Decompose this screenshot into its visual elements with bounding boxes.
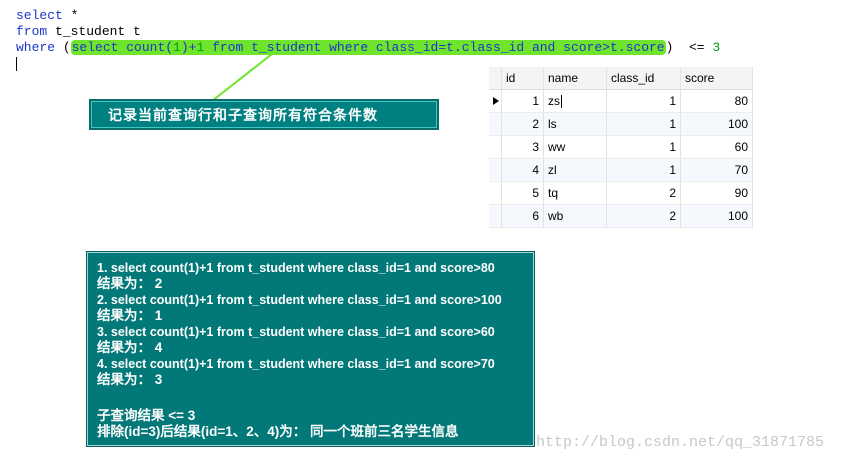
- cell-class-id[interactable]: 2: [607, 182, 681, 204]
- cell-name[interactable]: zl: [544, 159, 607, 181]
- sub-table: t_student: [243, 40, 322, 55]
- table-row[interactable]: 4 zl 1 70: [489, 159, 753, 182]
- edit-cursor: [561, 95, 562, 109]
- explain-summary-1: 子查询结果 <= 3: [97, 408, 196, 423]
- sub-cond1: class_id=t.class_id: [368, 40, 525, 55]
- explain-query-3: 3. select count(1)+1 from t_student wher…: [97, 325, 495, 339]
- keyword-from: from: [16, 24, 48, 39]
- explain-summary-2: 排除(id=3)后结果(id=1、2、4)为： 同一个班前三名学生信息: [97, 424, 459, 439]
- sub-where: where: [321, 40, 369, 55]
- from-table: t_student t: [47, 24, 141, 39]
- cell-name[interactable]: tq: [544, 182, 607, 204]
- sql-line-1: select *: [16, 8, 78, 24]
- sql-line-2: from t_student t: [16, 24, 141, 40]
- callout-note: 记录当前查询行和子查询所有符合条件数: [91, 101, 437, 128]
- subquery-highlight: select count(1)+1 from t_student where c…: [70, 40, 666, 55]
- sub-and: and: [524, 40, 556, 55]
- cell-id[interactable]: 6: [502, 205, 544, 227]
- explain-query-4: 4. select count(1)+1 from t_student wher…: [97, 357, 495, 371]
- sub-count: count(: [118, 40, 174, 55]
- row-indicator: [489, 159, 502, 181]
- column-header-class-id[interactable]: class_id: [607, 67, 681, 89]
- row-indicator: [489, 182, 502, 204]
- watermark-text: http://blog.csdn.net/qq_31871785: [536, 434, 825, 451]
- column-header-id[interactable]: id: [502, 67, 544, 89]
- cell-score[interactable]: 100: [681, 205, 753, 227]
- cell-id[interactable]: 3: [502, 136, 544, 158]
- keyword-where: where: [16, 40, 56, 55]
- sub-cond2: score>t.score: [555, 40, 665, 55]
- current-row-arrow-icon: [493, 97, 499, 105]
- cell-class-id[interactable]: 2: [607, 205, 681, 227]
- explain-result-1: 结果为： 2: [97, 276, 163, 291]
- cell-score[interactable]: 80: [681, 90, 753, 112]
- sub-select: select: [71, 40, 119, 55]
- sub-one: 1: [173, 40, 181, 55]
- explain-result-4: 结果为： 3: [97, 372, 163, 387]
- cell-name[interactable]: ls: [544, 113, 607, 135]
- select-columns: *: [62, 8, 79, 23]
- callout-text: 记录当前查询行和子查询所有符合条件数: [108, 107, 378, 124]
- comparison: <=: [673, 40, 713, 55]
- table-row[interactable]: 3 ww 1 60: [489, 136, 753, 159]
- cell-class-id[interactable]: 1: [607, 136, 681, 158]
- row-indicator: [489, 205, 502, 227]
- row-indicator: [489, 90, 502, 112]
- sub-from: from: [204, 40, 244, 55]
- row-indicator-header: [489, 67, 502, 89]
- column-header-score[interactable]: score: [681, 67, 753, 89]
- cell-name[interactable]: zs: [544, 90, 607, 112]
- open-paren: (: [55, 40, 71, 55]
- explanation-box: 1. select count(1)+1 from t_student wher…: [87, 252, 534, 446]
- explain-query-1: 1. select count(1)+1 from t_student wher…: [97, 261, 495, 275]
- explain-result-2: 结果为： 1: [97, 308, 163, 323]
- table-row[interactable]: 5 tq 2 90: [489, 182, 753, 205]
- cell-name-text: zs: [548, 94, 560, 108]
- sql-line-3: where (select count(1)+1 from t_student …: [16, 40, 720, 56]
- sub-close: )+: [180, 40, 197, 55]
- cell-score[interactable]: 60: [681, 136, 753, 158]
- cell-class-id[interactable]: 1: [607, 90, 681, 112]
- comparison-value: 3: [712, 40, 721, 55]
- keyword-select: select: [16, 8, 63, 23]
- cell-class-id[interactable]: 1: [607, 159, 681, 181]
- table-row[interactable]: 1 zs 1 80: [489, 90, 753, 113]
- cell-score[interactable]: 70: [681, 159, 753, 181]
- cell-class-id[interactable]: 1: [607, 113, 681, 135]
- cell-score[interactable]: 90: [681, 182, 753, 204]
- result-grid[interactable]: id name class_id score 1 zs 1 80 2 ls 1 …: [489, 67, 753, 228]
- table-row[interactable]: 6 wb 2 100: [489, 205, 753, 228]
- cell-id[interactable]: 2: [502, 113, 544, 135]
- cell-score[interactable]: 100: [681, 113, 753, 135]
- explain-query-2: 2. select count(1)+1 from t_student wher…: [97, 293, 502, 307]
- cell-id[interactable]: 1: [502, 90, 544, 112]
- explain-result-3: 结果为： 4: [97, 340, 163, 355]
- text-cursor: [16, 57, 17, 71]
- table-row[interactable]: 2 ls 1 100: [489, 113, 753, 136]
- row-indicator: [489, 136, 502, 158]
- cell-id[interactable]: 4: [502, 159, 544, 181]
- cell-name[interactable]: wb: [544, 205, 607, 227]
- grid-header: id name class_id score: [489, 67, 753, 90]
- cell-name[interactable]: ww: [544, 136, 607, 158]
- row-indicator: [489, 113, 502, 135]
- cell-id[interactable]: 5: [502, 182, 544, 204]
- column-header-name[interactable]: name: [544, 67, 607, 89]
